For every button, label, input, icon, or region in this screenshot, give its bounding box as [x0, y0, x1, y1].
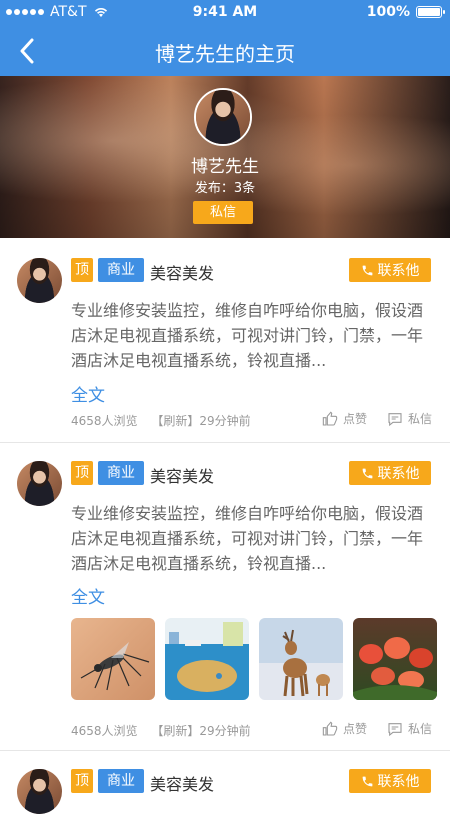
like-label: 点赞: [342, 412, 367, 426]
page-title: 博艺先生的主页: [155, 42, 295, 66]
top-badge: 顶: [71, 461, 93, 485]
category-label: 美容美发: [150, 264, 215, 283]
profile-avatar[interactable]: [194, 88, 252, 146]
like-label: 点赞: [342, 722, 367, 736]
like-button[interactable]: 点赞: [322, 410, 367, 427]
post-body: 专业维修安装监控，维修自咋呼给你电脑，假设酒店沐足电视直播系统，可视对讲门铃，门…: [71, 504, 424, 573]
full-text-link[interactable]: 全文: [71, 381, 105, 406]
category-label: 美容美发: [150, 775, 215, 794]
post-card[interactable]: 顶 商业 美容美发 联系他 专业维修安装监控，维修自咋呼给你电脑，假设酒店沐足电…: [0, 443, 450, 751]
private-message-button[interactable]: 私信: [387, 720, 432, 737]
post-actions: 点赞 私信: [322, 410, 432, 427]
category-label: 美容美发: [150, 467, 215, 486]
view-count: 4658人浏览: [71, 724, 138, 738]
chat-icon: [388, 722, 402, 736]
message-button[interactable]: 私信: [193, 201, 253, 224]
post-count: 发布：3条: [194, 181, 256, 196]
post-body: 专业维修安装监控，维修自咋呼给你电脑，假设酒店沐足电视直播系统，可视对讲门铃，门…: [71, 301, 424, 370]
deer-icon: [282, 629, 330, 697]
business-badge: 商业: [98, 769, 144, 793]
classroom-photo[interactable]: [165, 618, 249, 700]
tulips-photo[interactable]: [353, 618, 437, 700]
contact-label: 联系他: [377, 466, 420, 482]
nav-bar: 博艺先生的主页: [0, 26, 450, 76]
top-badge: 顶: [71, 769, 93, 793]
full-text-link[interactable]: 全文: [71, 583, 105, 608]
avatar[interactable]: [17, 769, 62, 814]
contact-label: 联系他: [377, 774, 420, 790]
business-badge: 商业: [98, 258, 144, 282]
refresh-time: 【刷新】29分钟前: [151, 414, 251, 428]
avatar[interactable]: [17, 258, 62, 303]
image-gallery: [71, 618, 437, 700]
status-bar: AT&T 9:41 AM 100%: [0, 0, 450, 26]
contact-button[interactable]: 联系他: [349, 461, 431, 485]
thumbs-up-icon: [322, 721, 338, 736]
chat-icon: [388, 412, 402, 426]
mosquito-icon: [80, 642, 150, 691]
tulip-icon: [353, 637, 437, 700]
view-count: 4658人浏览: [71, 414, 138, 428]
post-meta: 4658人浏览 【刷新】29分钟前: [71, 412, 261, 429]
mosquito-photo[interactable]: [71, 618, 155, 700]
thumbs-up-icon: [322, 411, 338, 426]
post-card[interactable]: 顶 商业 美容美发 联系他 专业维修安装监控，维修自咋呼给你电脑，假设酒店沐足电…: [0, 238, 450, 443]
message-label: 私信: [407, 722, 432, 736]
contact-label: 联系他: [377, 263, 420, 279]
phone-icon: [362, 776, 372, 786]
top-badge: 顶: [71, 258, 93, 282]
business-badge: 商业: [98, 461, 144, 485]
like-button[interactable]: 点赞: [322, 720, 367, 737]
refresh-time: 【刷新】29分钟前: [151, 724, 251, 738]
contact-button[interactable]: 联系他: [349, 769, 431, 793]
private-message-button[interactable]: 私信: [387, 410, 432, 427]
battery-icon: [416, 6, 445, 18]
phone-icon: [362, 265, 372, 275]
contact-button[interactable]: 联系他: [349, 258, 431, 282]
post-actions: 点赞 私信: [322, 720, 432, 737]
phone-icon: [362, 468, 372, 478]
deer-illustration[interactable]: [259, 618, 343, 700]
battery-percent: 100%: [366, 4, 410, 20]
message-label: 私信: [407, 412, 432, 426]
post-card[interactable]: 顶 商业 美容美发 联系他: [0, 751, 450, 814]
avatar[interactable]: [17, 461, 62, 506]
classroom-icon: [169, 622, 243, 692]
profile-name: 博艺先生: [191, 157, 259, 177]
profile-header: 博艺先生 发布：3条 私信: [0, 76, 450, 238]
post-meta: 4658人浏览 【刷新】29分钟前: [71, 722, 261, 739]
